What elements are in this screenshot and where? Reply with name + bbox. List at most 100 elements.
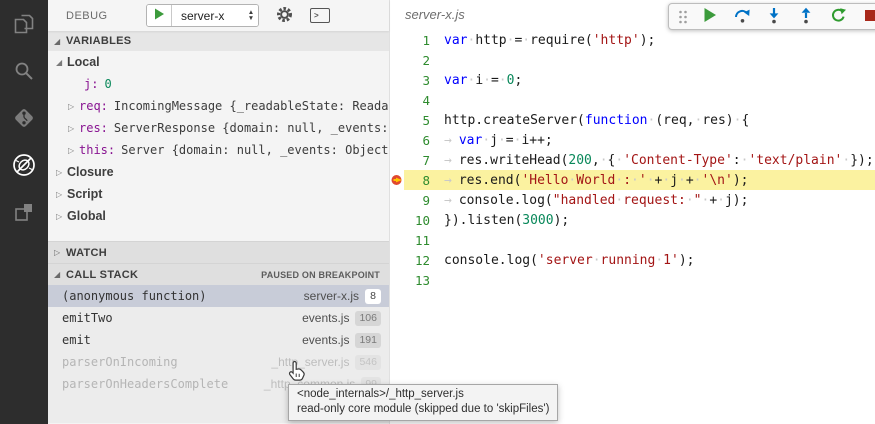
breakpoint-gutter[interactable] [390,150,406,170]
search-icon [12,59,36,83]
line-number: 6 [406,133,430,148]
variable-row-j[interactable]: j:0 [48,73,389,95]
variables-pane-header[interactable]: ◢ VARIABLES [48,31,389,51]
code-line-13[interactable]: 13 [390,270,875,290]
chevron-collapsed-icon: ▷ [68,102,79,111]
code-line-6[interactable]: 6→var·j·=·i++; [390,130,875,150]
launch-config-select[interactable]: server-x ▲▼ [172,5,258,26]
breakpoint-gutter[interactable] [390,70,406,90]
debug-bug-icon [11,152,37,178]
variable-value: Server {domain: null, _events: Object, … [121,143,389,157]
code-line-4[interactable]: 4 [390,90,875,110]
code-text: var·i·=·0; [444,73,522,88]
code-line-2[interactable]: 2 [390,50,875,70]
watch-pane-header[interactable]: ▷ WATCH [48,241,389,263]
step-over-button[interactable] [730,5,754,29]
extensions-tab[interactable] [0,188,48,235]
step-out-button[interactable] [794,5,818,29]
debug-tab[interactable] [0,141,48,188]
scope-row-script[interactable]: ▷Script [48,183,389,205]
callstack-frame-anonymous-function[interactable]: (anonymous function) server-x.js8 [48,285,389,307]
step-into-button[interactable] [762,5,786,29]
code-line-12[interactable]: 12console.log('server·running·1'); [390,250,875,270]
frame-function-name: (anonymous function) [62,289,207,303]
breakpoint-gutter[interactable] [390,270,406,290]
open-debug-console-button[interactable]: > [310,8,330,23]
chevron-expanded-icon: ◢ [56,58,67,67]
callstack-frame-emit[interactable]: emit events.js191 [48,329,389,351]
step-over-icon [734,7,751,27]
breakpoint-current-icon[interactable] [390,170,406,190]
breakpoint-gutter[interactable] [390,30,406,50]
frame-function-name: parserOnIncoming [62,355,178,369]
code-line-1[interactable]: 1var·http·=·require('http'); [390,30,875,50]
scope-label: Closure [67,165,114,179]
search-tab[interactable] [0,47,48,94]
code-line-10[interactable]: 10}).listen(3000); [390,210,875,230]
configure-launch-button[interactable] [276,6,293,26]
variable-name: req: [79,99,108,113]
code-line-3[interactable]: 3var·i·=·0; [390,70,875,90]
restart-button[interactable] [826,5,850,29]
start-debug-button[interactable] [147,5,172,26]
callstack-frame-emittwo[interactable]: emitTwo events.js106 [48,307,389,329]
debug-console-icon: > [310,8,330,23]
git-branch-icon [12,106,36,130]
frame-function-name: emitTwo [62,311,113,325]
code-line-11[interactable]: 11 [390,230,875,250]
code-line-5[interactable]: 5http.createServer(function·(req,·res)·{ [390,110,875,130]
code-line-7[interactable]: 7→res.writeHead(200,·{·'Content-Type':·'… [390,150,875,170]
step-into-icon [766,7,782,27]
scope-row-local[interactable]: ◢Local [48,51,389,73]
select-stepper-icon: ▲▼ [244,10,258,21]
extensions-icon [12,200,36,224]
explorer-tab[interactable] [0,0,48,47]
frame-function-name: emit [62,333,91,347]
continue-icon [703,7,717,26]
code-area: 1var·http·=·require('http');23var·i·=·0;… [390,30,875,290]
scope-label: Global [67,209,106,223]
stop-button[interactable] [858,5,875,29]
callstack-pane-title: CALL STACK [66,269,138,281]
chevron-expanded-icon: ◢ [54,270,66,279]
code-text: var·http·=·require('http'); [444,33,655,48]
breakpoint-gutter[interactable] [390,90,406,110]
breakpoint-gutter[interactable] [390,210,406,230]
code-text: }).listen(3000); [444,213,569,228]
variable-row-res[interactable]: ▷res:ServerResponse {domain: null, _even… [48,117,389,139]
variable-row-this[interactable]: ▷this:Server {domain: null, _events: Obj… [48,139,389,161]
launch-control: server-x ▲▼ [146,4,259,27]
frame-function-name: parserOnHeadersComplete [62,377,228,391]
code-line-9[interactable]: 9→console.log("handled·request:·"·+·j); [390,190,875,210]
chevron-collapsed-icon: ▷ [56,190,67,199]
frame-location: server-x.js8 [304,289,381,304]
scope-row-closure[interactable]: ▷Closure [48,161,389,183]
variables-pane-title: VARIABLES [66,35,131,47]
breakpoint-gutter[interactable] [390,230,406,250]
variable-name: this: [79,143,115,157]
variable-name: res: [79,121,108,135]
breakpoint-gutter[interactable] [390,190,406,210]
breakpoint-gutter[interactable] [390,50,406,70]
callstack-frame-parseronincoming[interactable]: parserOnIncoming_http_server.js546 [48,351,389,373]
variable-value: ServerResponse {domain: null, _events: O… [114,121,389,135]
variable-row-req[interactable]: ▷req:IncomingMessage {_readableState: Re… [48,95,389,117]
code-text: →res.writeHead(200,·{·'Content-Type':·'t… [444,153,874,168]
line-number: 11 [406,233,430,248]
code-line-8[interactable]: 8→res.end('Hello·World·:·'·+·j·+·'\n'); [390,170,875,190]
breakpoint-gutter[interactable] [390,250,406,270]
frame-location: events.js191 [302,333,381,348]
scope-row-global[interactable]: ▷Global [48,205,389,227]
callstack-pane-header[interactable]: ◢ CALL STACK PAUSED ON BREAKPOINT [48,263,389,285]
source-control-tab[interactable] [0,94,48,141]
code-text: →console.log("handled·request:·"·+·j); [444,193,748,208]
line-number: 8 [406,173,430,188]
toolbar-drag-handle[interactable] [676,5,690,29]
continue-button[interactable] [698,5,722,29]
chevron-collapsed-icon: ▷ [54,248,66,257]
sidebar-title: DEBUG [66,10,108,22]
frame-location: events.js106 [302,311,381,326]
breakpoint-gutter[interactable] [390,110,406,130]
breakpoint-gutter[interactable] [390,130,406,150]
chevron-collapsed-icon: ▷ [56,168,67,177]
